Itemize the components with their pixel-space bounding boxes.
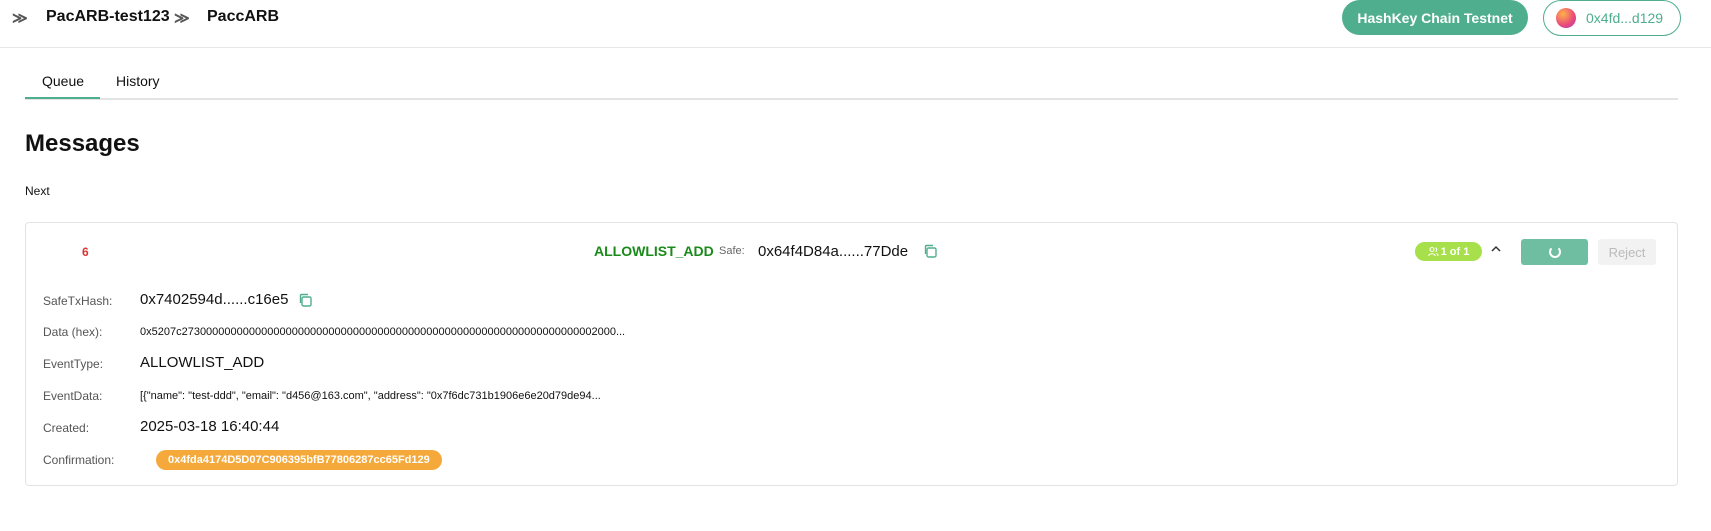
created-label: Created: [43, 421, 90, 435]
confirmations-badge: 1 of 1 [1415, 242, 1482, 261]
breadcrumb-separator-icon: ≫ [174, 10, 190, 27]
tab-queue[interactable]: Queue [42, 73, 84, 89]
reject-button[interactable]: Reject [1598, 239, 1656, 265]
event-type-label: EventType: [43, 357, 104, 371]
wallet-address: 0x4fd...d129 [1586, 10, 1664, 26]
wallet-avatar-icon [1556, 8, 1576, 28]
safe-label: Safe: [719, 245, 745, 257]
top-bar: ≫ PacARB-test123 ≫ PaccARB HashKey Chain… [0, 0, 1711, 48]
event-type-value: ALLOWLIST_ADD [140, 354, 265, 371]
page-title: Messages [25, 130, 140, 157]
safe-address: 0x64f4D84a......77Dde [758, 243, 909, 260]
data-hex-label: Data (hex): [43, 325, 103, 339]
confirmation-label: Confirmation: [43, 453, 115, 467]
chevron-up-icon[interactable] [1488, 241, 1504, 257]
spinner-icon [1548, 246, 1561, 258]
wallet-button[interactable]: 0x4fd...d129 [1543, 0, 1681, 36]
breadcrumb-separator-icon: ≫ [12, 10, 28, 27]
message-nonce: 6 [82, 245, 89, 259]
copy-icon[interactable] [298, 293, 312, 307]
confirmations-count: 1 of 1 [1440, 245, 1470, 258]
message-card: 6 ALLOWLIST_ADD Safe: 0x64f4D84a......77… [25, 222, 1678, 486]
breadcrumb-item-paccarb[interactable]: PaccARB [207, 8, 279, 26]
event-data-value: [{"name": "test-ddd", "email": "d456@163… [140, 390, 601, 402]
execute-button[interactable] [1521, 239, 1588, 265]
network-button[interactable]: HashKey Chain Testnet [1342, 0, 1528, 35]
section-label-next: Next [25, 184, 50, 198]
signers-icon [1427, 246, 1439, 257]
event-data-label: EventData: [43, 389, 103, 403]
tab-history[interactable]: History [116, 73, 160, 89]
confirmation-address-chip: 0x4fda4174D5D07C906395bfB77806287cc65Fd1… [156, 450, 442, 470]
data-hex-value: 0x5207c273000000000000000000000000000000… [140, 326, 626, 338]
message-event-type: ALLOWLIST_ADD [594, 243, 714, 259]
tab-bar: Queue History [25, 66, 1678, 100]
created-value: 2025-03-18 16:40:44 [140, 418, 280, 435]
safe-tx-hash-label: SafeTxHash: [43, 294, 113, 308]
breadcrumb-item-pacarb-test123[interactable]: PacARB-test123 [46, 8, 170, 26]
copy-icon[interactable] [923, 244, 937, 258]
active-tab-indicator [25, 97, 100, 99]
safe-tx-hash-value: 0x7402594d......c16e5 [140, 291, 289, 308]
